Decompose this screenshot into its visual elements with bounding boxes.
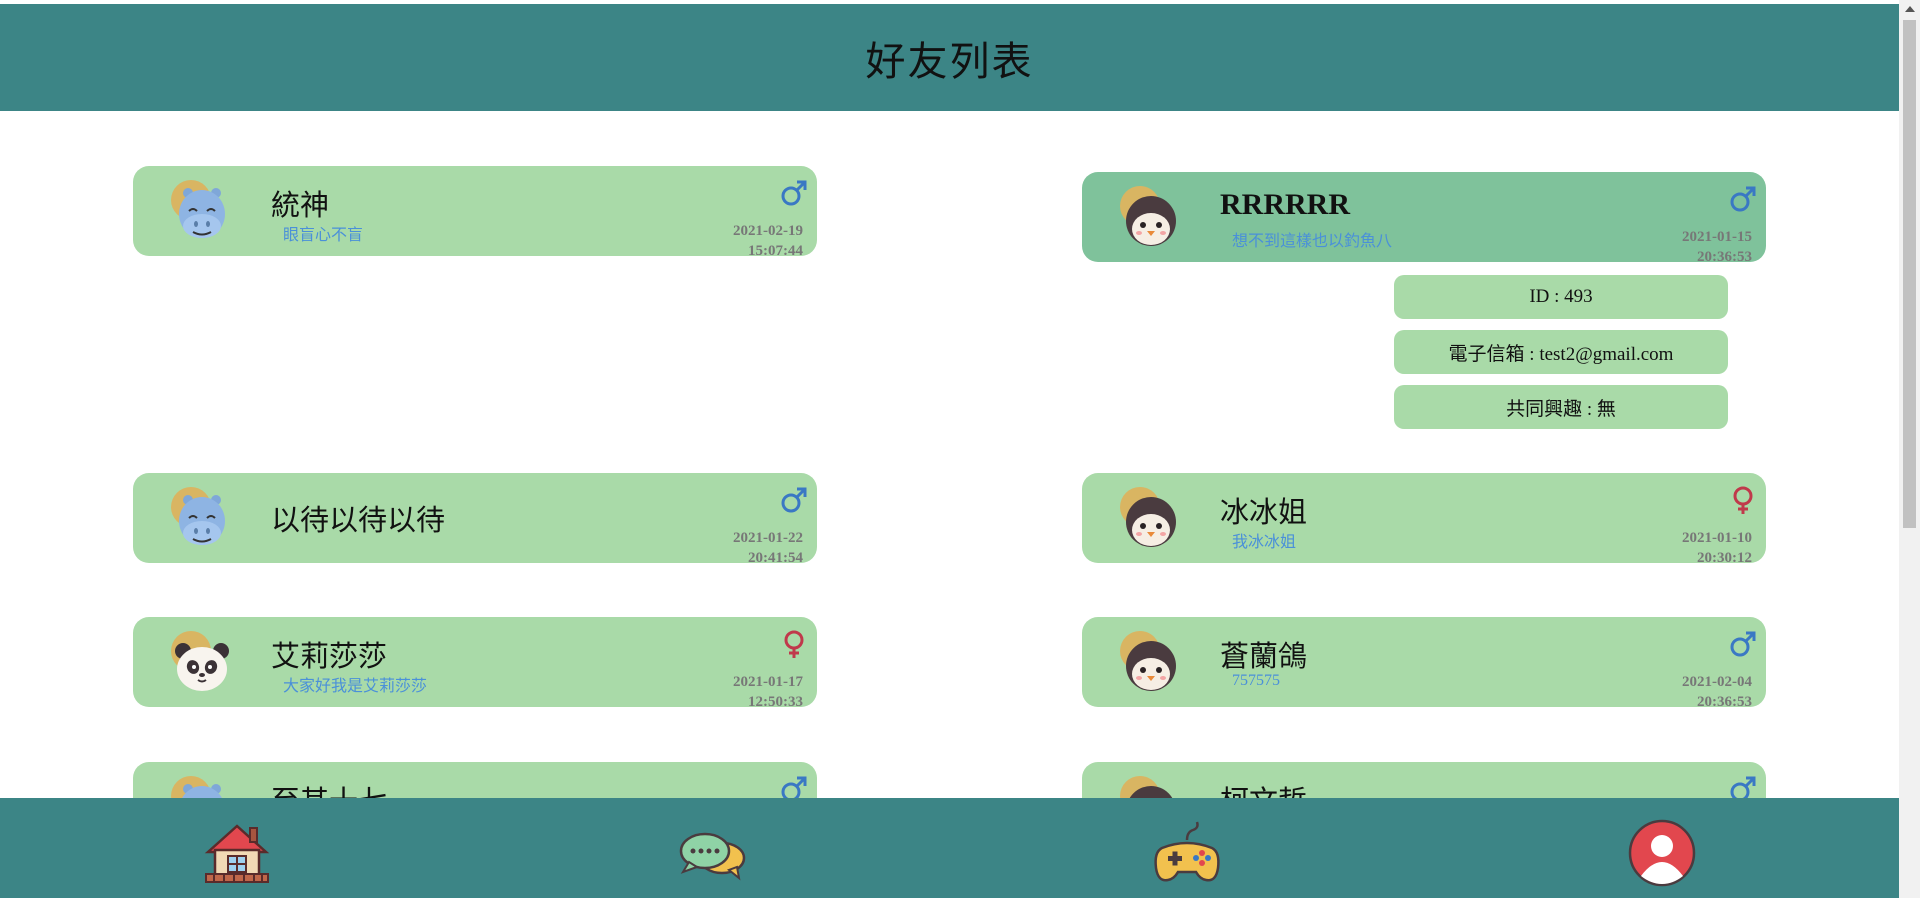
detail-common-interest: 共同興趣 : 無 (1394, 385, 1728, 429)
friend-card[interactable]: 蒼蘭鴿 757575 2021-02-04 20:36:53 (1082, 617, 1766, 707)
friend-bio: 想不到這樣也以釣魚八 (1232, 233, 1393, 250)
nav-profile-button[interactable] (1627, 818, 1697, 888)
friend-bio: 我冰冰姐 (1232, 534, 1297, 551)
scroll-up-arrow-icon[interactable] (1905, 6, 1915, 12)
friend-card[interactable]: 冰冰姐 我冰冰姐 2021-01-10 20:30:12 (1082, 473, 1766, 563)
friend-date: 2021-01-17 12:50:33 (733, 672, 803, 707)
chat-bubbles-icon (679, 832, 746, 881)
vertical-scrollbar[interactable] (1899, 0, 1920, 898)
friend-card[interactable]: 以待以待以待 2021-01-22 20:41:54 (133, 473, 817, 563)
panda-avatar-icon (169, 629, 235, 695)
detail-email: 電子信箱 : test2@gmail.com (1394, 330, 1728, 374)
male-icon (1728, 184, 1758, 214)
friend-name: 蒼蘭鴿 (1220, 639, 1308, 673)
friend-date: 2021-02-19 15:07:44 (733, 221, 803, 256)
male-icon (779, 178, 809, 208)
friend-name: 冰冰姐 (1220, 495, 1308, 529)
user-avatar-icon (1628, 819, 1696, 887)
house-icon (204, 824, 270, 883)
penguin-avatar-icon (1118, 629, 1184, 695)
friend-date-time: 20:36:53 (1697, 249, 1752, 262)
friend-card[interactable]: 統神 眼盲心不盲 2021-02-19 15:07:44 (133, 166, 817, 256)
friend-card[interactable]: 艾莉莎莎 大家好我是艾莉莎莎 2021-01-17 12:50:33 (133, 617, 817, 707)
friend-date-day: 2021-01-17 (733, 674, 803, 690)
friend-date-day: 2021-02-04 (1682, 674, 1752, 690)
friend-date-day: 2021-01-15 (1682, 229, 1752, 245)
friend-date: 2021-02-04 20:36:53 (1682, 672, 1752, 707)
friend-name: 艾莉莎莎 (271, 639, 388, 673)
friend-bio: 757575 (1232, 672, 1280, 689)
friend-date-time: 12:50:33 (748, 694, 803, 707)
friend-date: 2021-01-15 20:36:53 (1682, 227, 1752, 262)
friend-date-time: 20:41:54 (748, 550, 803, 563)
female-icon (1728, 485, 1758, 515)
friend-bio: 眼盲心不盲 (283, 227, 364, 244)
hippo-avatar-icon (169, 178, 235, 244)
gamepad-icon (1154, 821, 1220, 882)
friend-date-time: 15:07:44 (748, 243, 803, 256)
bottom-nav (0, 798, 1899, 898)
hippo-avatar-icon (169, 485, 235, 551)
page-title: 好友列表 (865, 38, 1034, 85)
friend-date-day: 2021-01-10 (1682, 530, 1752, 546)
friend-date-day: 2021-02-19 (733, 223, 803, 239)
friend-date-time: 20:36:53 (1697, 694, 1752, 707)
nav-home-button[interactable] (202, 818, 272, 888)
friend-date: 2021-01-10 20:30:12 (1682, 528, 1752, 563)
friend-date: 2021-01-22 20:41:54 (733, 528, 803, 563)
penguin-avatar-icon (1118, 184, 1184, 250)
header-bar: 好友列表 (0, 4, 1899, 111)
friend-date-day: 2021-01-22 (733, 530, 803, 546)
nav-chat-button[interactable] (677, 818, 747, 888)
scrollbar-thumb[interactable] (1903, 20, 1916, 528)
penguin-avatar-icon (1118, 485, 1184, 551)
male-icon (779, 485, 809, 515)
friend-name: RRRRRR (1220, 188, 1350, 221)
friend-date-time: 20:30:12 (1697, 550, 1752, 563)
friend-name: 以待以待以待 (271, 503, 446, 537)
friend-card-selected[interactable]: RRRRRR 想不到這樣也以釣魚八 2021-01-15 20:36:53 (1082, 172, 1766, 262)
male-icon (1728, 629, 1758, 659)
friend-name: 統神 (271, 188, 330, 222)
friend-bio: 大家好我是艾莉莎莎 (283, 678, 428, 695)
female-icon (779, 629, 809, 659)
nav-game-button[interactable] (1152, 818, 1222, 888)
detail-id: ID : 493 (1394, 275, 1728, 319)
